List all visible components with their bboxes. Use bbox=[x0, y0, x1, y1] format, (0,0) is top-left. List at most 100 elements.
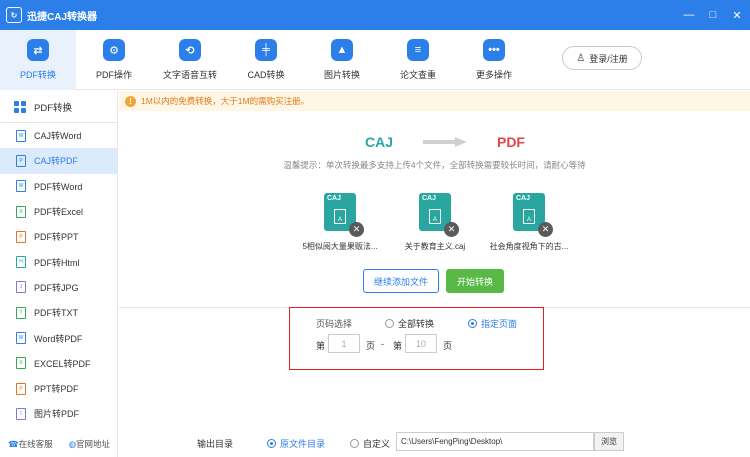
sidebar-item-pdf-to-word[interactable]: W PDF转Word bbox=[0, 174, 117, 199]
main-toolbar: ⇄ PDF转换 ⚙ PDF操作 ⟲ 文字语音互转 ╪ CAD转换 ▲ 图片转换 … bbox=[0, 30, 750, 90]
hint-text: 温馨提示：单次转换最多支持上传4个文件，全部转换需要较长时间，请耐心等待 bbox=[283, 160, 586, 170]
sidebar-item-pdf-to-ppt[interactable]: P PDF转PPT bbox=[0, 224, 117, 249]
page-select-label: 页码选择 bbox=[316, 319, 353, 329]
more-icon: ••• bbox=[483, 39, 505, 61]
sidebar-item-caj-to-word[interactable]: W CAJ转Word bbox=[0, 123, 117, 148]
file-item[interactable]: CAJ A ✕ 社会角度视角下的古... bbox=[489, 193, 569, 252]
close-button[interactable]: ✕ bbox=[730, 8, 744, 22]
sidebar-item-label: PDF转Html bbox=[34, 257, 80, 268]
tool-paper-check[interactable]: ≡ 论文查重 bbox=[380, 30, 456, 90]
sidebar-item-label: CAJ转PDF bbox=[34, 156, 79, 167]
tool-pdf-operate[interactable]: ⚙ PDF操作 bbox=[76, 30, 152, 90]
warning-icon: ! bbox=[125, 95, 136, 107]
tool-image-convert[interactable]: ▲ 图片转换 bbox=[304, 30, 380, 90]
radio-dot bbox=[468, 319, 477, 328]
remove-file-button[interactable]: ✕ bbox=[349, 222, 364, 237]
caj-file-icon: CAJ A ✕ bbox=[324, 193, 364, 237]
to-prefix: 第 bbox=[393, 341, 403, 351]
image-file-icon: I bbox=[16, 407, 26, 420]
start-convert-button[interactable]: 开始转换 bbox=[446, 269, 504, 293]
headset-icon: ☎ bbox=[7, 439, 19, 449]
file-item[interactable]: CAJ A ✕ 关于教育主义.caj bbox=[395, 193, 475, 252]
radio-dot bbox=[267, 439, 276, 448]
sidebar-item-ppt-to-pdf[interactable]: P PPT转PDF bbox=[0, 376, 117, 401]
ppt-file-icon: P bbox=[16, 230, 26, 243]
grid-icon bbox=[14, 100, 26, 113]
convert-icon: ⇄ bbox=[27, 39, 49, 61]
title-bar: ↻ 迅捷CAJ转换器 — □ ✕ bbox=[0, 0, 750, 30]
radio-all-pages[interactable]: 全部转换 bbox=[385, 317, 434, 330]
file-item[interactable]: CAJ A ✕ 5相似阅大量果贩法... bbox=[300, 193, 380, 252]
excel-file-icon: X bbox=[16, 205, 26, 218]
sidebar-item-caj-to-pdf[interactable]: P CAJ转PDF bbox=[0, 148, 117, 174]
arrow-right-icon bbox=[423, 137, 467, 147]
sidebar-item-pdf-to-excel[interactable]: X PDF转Excel bbox=[0, 199, 117, 224]
radio-label: 指定页面 bbox=[481, 319, 518, 329]
sidebar-item-word-to-pdf[interactable]: W Word转PDF bbox=[0, 325, 117, 350]
output-path-input[interactable] bbox=[396, 432, 594, 451]
tool-label: 图片转换 bbox=[323, 70, 360, 80]
sidebar-header: PDF转换 bbox=[0, 91, 117, 123]
output-dir-label: 输出目录 bbox=[197, 439, 234, 449]
login-button[interactable]: ♙ 登录/注册 bbox=[562, 46, 642, 70]
sidebar-item-label: PDF转PPT bbox=[34, 232, 79, 243]
jpg-file-icon: J bbox=[16, 281, 26, 294]
caj-file-icon: CAJ A ✕ bbox=[419, 193, 459, 237]
radio-custom-dir[interactable]: 自定义 bbox=[350, 437, 390, 450]
html-file-icon: H bbox=[16, 256, 26, 269]
remove-file-button[interactable]: ✕ bbox=[444, 222, 459, 237]
tool-more[interactable]: ••• 更多操作 bbox=[456, 30, 532, 90]
excel-file-icon: X bbox=[16, 357, 26, 370]
sidebar-item-label: PPT转PDF bbox=[34, 384, 79, 395]
radio-source-dir[interactable]: 原文件目录 bbox=[267, 437, 325, 450]
word-file-icon: W bbox=[16, 180, 26, 193]
sidebar-item-label: PDF转TXT bbox=[34, 308, 78, 319]
maximize-button[interactable]: □ bbox=[706, 8, 720, 22]
radio-dot bbox=[350, 439, 359, 448]
tool-label: 更多操作 bbox=[475, 70, 512, 80]
sidebar-item-label: CAJ转Word bbox=[34, 131, 82, 142]
sidebar-item-image-to-pdf[interactable]: I 图片转PDF bbox=[0, 401, 117, 426]
remove-file-button[interactable]: ✕ bbox=[538, 222, 553, 237]
add-files-button[interactable]: 继续添加文件 bbox=[363, 269, 439, 293]
sidebar-item-pdf-to-txt[interactable]: T PDF转TXT bbox=[0, 300, 117, 325]
notice-text: 1M以内的免费转换，大于1M的需购买注册。 bbox=[141, 96, 310, 106]
tool-cad-convert[interactable]: ╪ CAD转换 bbox=[228, 30, 304, 90]
sidebar-item-label: PDF转Word bbox=[34, 181, 83, 192]
radio-page-range[interactable]: 指定页面 bbox=[468, 317, 517, 330]
to-suffix: 页 bbox=[443, 341, 453, 351]
range-separator: - bbox=[381, 339, 384, 349]
gear-icon: ⚙ bbox=[103, 39, 125, 61]
app-logo-icon: ↻ bbox=[6, 7, 22, 23]
file-name: 关于教育主义.caj bbox=[404, 242, 466, 251]
online-service-link[interactable]: ☎在线客服 bbox=[8, 438, 53, 450]
page-selection-panel: 页码选择 全部转换 指定页面 第 页 - 第 页 bbox=[289, 307, 544, 370]
sidebar-header-label: PDF转换 bbox=[34, 102, 73, 114]
sidebar-item-pdf-to-jpg[interactable]: J PDF转JPG bbox=[0, 275, 117, 300]
browse-button[interactable]: 浏览 bbox=[594, 432, 624, 451]
page-from-input[interactable] bbox=[328, 334, 360, 353]
page-to-input[interactable] bbox=[405, 334, 437, 353]
sidebar-item-label: 图片转PDF bbox=[34, 409, 80, 420]
radio-label: 自定义 bbox=[363, 439, 391, 449]
tool-pdf-convert[interactable]: ⇄ PDF转换 bbox=[0, 30, 76, 90]
voice-icon: ⟲ bbox=[179, 39, 201, 61]
pdf-file-icon: P bbox=[16, 154, 26, 167]
cad-icon: ╪ bbox=[255, 39, 277, 61]
ppt-file-icon: P bbox=[16, 382, 26, 395]
online-service-label: 在线客服 bbox=[18, 439, 53, 449]
minimize-button[interactable]: — bbox=[682, 8, 696, 22]
radio-label: 全部转换 bbox=[398, 319, 435, 329]
website-link[interactable]: ◍官网地址 bbox=[69, 438, 110, 450]
radio-label: 原文件目录 bbox=[280, 439, 326, 449]
tool-label: PDF转换 bbox=[19, 70, 56, 80]
tool-label: 论文查重 bbox=[399, 70, 436, 80]
sidebar-item-excel-to-pdf[interactable]: X EXCEL转PDF bbox=[0, 351, 117, 376]
window-controls: — □ ✕ bbox=[682, 0, 744, 30]
file-name: 5相似阅大量果贩法... bbox=[302, 242, 378, 251]
login-label: 登录/注册 bbox=[589, 53, 628, 64]
tool-text-voice[interactable]: ⟲ 文字语音互转 bbox=[152, 30, 228, 90]
source-format: CAJ bbox=[365, 134, 394, 150]
notice-bar: ! 1M以内的免费转换，大于1M的需购买注册。 bbox=[119, 91, 750, 111]
sidebar-item-pdf-to-html[interactable]: H PDF转Html bbox=[0, 249, 117, 274]
